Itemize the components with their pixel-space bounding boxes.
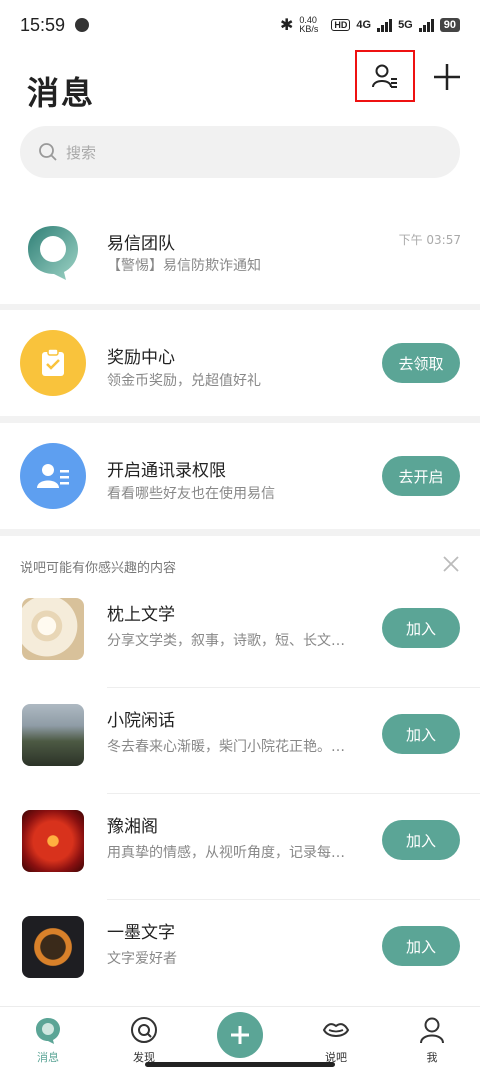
enable-button[interactable]: 去开启	[382, 456, 460, 496]
add-icon[interactable]	[430, 60, 464, 94]
contacts-avatar	[20, 443, 86, 509]
group-item[interactable]: 豫湘阁 用真挚的情感，从视听角度，记录每… 加入	[0, 794, 480, 900]
conversation-title: 易信团队	[107, 234, 175, 254]
tab-label: 我	[426, 1051, 438, 1064]
search-section: 搜索	[0, 124, 480, 202]
home-indicator[interactable]	[145, 1062, 335, 1067]
claim-button[interactable]: 去领取	[382, 343, 460, 383]
notification-icon	[75, 18, 90, 32]
group-description: 冬去春来心渐暖，柴门小院花正艳。…	[107, 739, 345, 755]
tab-discover[interactable]: 发现	[114, 1015, 174, 1065]
group-item[interactable]: 一墨文字 文字爱好者 加入	[0, 900, 480, 1006]
promo-title: 奖励中心	[107, 348, 175, 368]
conversation-item[interactable]: 易信团队 【警惕】易信防欺诈通知 下午 03:57	[0, 202, 480, 304]
tab-shuoba[interactable]: 说吧	[306, 1015, 366, 1065]
close-icon[interactable]	[442, 555, 460, 573]
group-item[interactable]: 小院闲话 冬去春来心渐暖，柴门小院花正艳。… 加入	[0, 688, 480, 794]
compose-plus-button[interactable]	[217, 1012, 263, 1058]
lips-icon	[322, 1023, 350, 1037]
promo-title: 开启通讯录权限	[107, 461, 226, 481]
network-speed: 0.40 KB/s	[299, 15, 319, 34]
signal-icon	[377, 18, 393, 32]
user-icon	[420, 1017, 444, 1044]
search-placeholder: 搜索	[66, 143, 97, 162]
contact-card-icon	[37, 464, 69, 488]
yixin-logo-icon	[28, 226, 78, 280]
promo-contacts-permission[interactable]: 开启通讯录权限 看看哪些好友也在使用易信 去开启	[0, 423, 480, 529]
promo-subtitle: 领金币奖励，兑超值好礼	[107, 373, 261, 389]
group-thumbnail	[22, 704, 84, 766]
group-description: 分享文学类，叙事，诗歌，短、长文…	[107, 633, 345, 649]
group-title: 小院闲话	[107, 711, 175, 731]
plus-icon	[231, 1026, 249, 1044]
tab-label: 消息	[37, 1051, 59, 1064]
promo-reward-center[interactable]: 奖励中心 领金币奖励，兑超值好礼 去领取	[0, 310, 480, 416]
group-title: 一墨文字	[107, 923, 175, 943]
status-bar: 15:59 ✱ 0.40 KB/s HD 4G 5G 90	[0, 0, 480, 50]
join-button[interactable]: 加入	[382, 926, 460, 966]
discover-icon	[131, 1017, 157, 1043]
recommend-heading: 说吧可能有你感兴趣的内容	[20, 561, 177, 576]
header: 消息	[0, 50, 480, 124]
group-description: 文字爱好者	[107, 951, 177, 967]
group-item[interactable]: 枕上文学 分享文学类，叙事，诗歌，短、长文… 加入	[0, 582, 480, 688]
conversation-time: 下午 03:57	[398, 233, 461, 247]
page-title: 消息	[27, 74, 96, 112]
network-4g: 4G	[356, 19, 372, 31]
reward-avatar	[20, 330, 86, 396]
tab-me[interactable]: 我	[402, 1015, 462, 1065]
hd-icon: HD	[331, 19, 351, 31]
group-title: 枕上文学	[107, 605, 175, 625]
group-description: 用真挚的情感，从视听角度，记录每…	[107, 845, 345, 861]
tab-messages[interactable]: 消息	[18, 1015, 78, 1065]
message-bubble-icon	[36, 1018, 60, 1044]
group-thumbnail	[22, 810, 84, 872]
network-5g: 5G	[398, 19, 413, 31]
join-button[interactable]: 加入	[382, 820, 460, 860]
group-thumbnail	[22, 916, 84, 978]
signal-icon-2	[418, 18, 434, 32]
promo-subtitle: 看看哪些好友也在使用易信	[107, 486, 275, 502]
status-time: 15:59	[20, 14, 66, 35]
group-thumbnail	[22, 598, 84, 660]
bluetooth-icon: ✱	[279, 17, 294, 34]
bottom-tab-bar: 消息 发现 说吧 我	[0, 1006, 480, 1070]
battery-level: 90	[439, 18, 460, 32]
contacts-icon	[372, 64, 397, 88]
group-title: 豫湘阁	[107, 817, 158, 837]
search-input[interactable]: 搜索	[20, 126, 460, 178]
search-icon	[39, 143, 57, 161]
contacts-button[interactable]	[355, 50, 415, 102]
join-button[interactable]: 加入	[382, 714, 460, 754]
status-icons: ✱ 0.40 KB/s HD 4G 5G 90	[280, 15, 460, 35]
conversation-preview: 【警惕】易信防欺诈通知	[107, 258, 261, 274]
avatar	[20, 218, 86, 284]
join-button[interactable]: 加入	[382, 608, 460, 648]
clipboard-check-icon	[42, 348, 64, 376]
